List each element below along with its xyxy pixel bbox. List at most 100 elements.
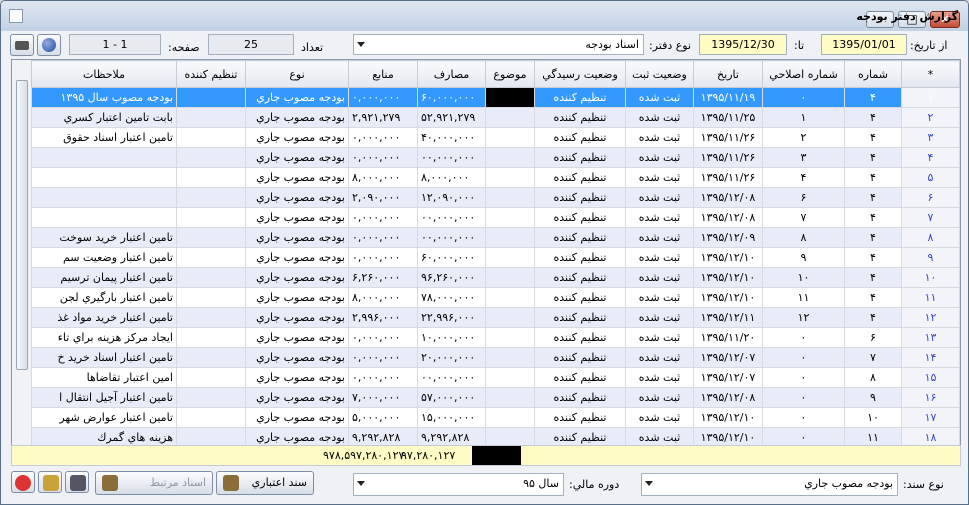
cell-rev: تنظيم كننده xyxy=(534,267,626,288)
credit-doc-button[interactable]: سند اعتباري xyxy=(216,471,314,495)
table-row[interactable]: ۱۴ ۷ ۰ ۱۳۹۵/۱۲/۰۷ ثبت شده تنظيم كننده ۲۰,۰۰۰,۰… xyxy=(31,347,960,368)
table-row[interactable]: ۱۷ ۱۰ ۰ ۱۳۹۵/۱۲/۱۰ ثبت شده تنظيم كننده ۱۵,۰۰۰,… xyxy=(31,407,960,428)
cell-date: ۱۳۹۵/۱۱/۲۶ xyxy=(693,127,763,148)
cell-src: ۰,۰۰۰,۰۰۰ xyxy=(348,207,418,228)
column-header[interactable]: نوع xyxy=(245,60,349,88)
filter-button[interactable] xyxy=(38,471,62,493)
cell-subj xyxy=(485,127,535,148)
cell-src: ۰,۰۰۰,۰۰۰ xyxy=(348,87,418,108)
table-row[interactable]: ۱۶ ۹ ۰ ۱۳۹۵/۱۲/۰۸ ثبت شده تنظيم كننده ۵۷,۰۰۰,۰… xyxy=(31,387,960,408)
cell-exp: ۰۰,۰۰۰,۰۰۰ xyxy=(417,207,486,228)
column-header[interactable]: تنظيم كننده xyxy=(176,60,246,88)
table-row[interactable]: ۲ ۴ ۱ ۱۳۹۵/۱۱/۲۵ ثبت شده تنظيم كننده ۵۲,۹۲۱,۲۷… xyxy=(31,107,960,128)
count-field: 25 xyxy=(208,34,294,55)
cell-prep xyxy=(176,127,246,148)
cell-rev: تنظيم كننده xyxy=(534,367,626,388)
cell-reg: ثبت شده xyxy=(625,267,694,288)
fiscal-period-select[interactable]: سال ۹۵ xyxy=(353,473,564,496)
chevron-down-icon xyxy=(645,481,653,486)
cell-type: بودجه مصوب جاري xyxy=(245,407,349,428)
cell-prep xyxy=(176,267,246,288)
column-header[interactable]: مصارف xyxy=(417,60,486,88)
cell-reg: ثبت شده xyxy=(625,107,694,128)
budget-grid: * شماره شماره اصلاحي تاريخ وضعيت ثبت وضعيت رس… xyxy=(11,59,961,466)
cell-subj xyxy=(485,367,535,388)
cell-reg: ثبت شده xyxy=(625,247,694,268)
cell-idx: ۲ xyxy=(901,107,960,128)
column-header[interactable]: ملاحظات xyxy=(31,60,177,88)
table-row[interactable]: ۱۵ ۸ ۰ ۱۳۹۵/۱۲/۰۷ ثبت شده تنظيم كننده ۰۰,۰۰۰,۰… xyxy=(31,367,960,388)
cell-note: ايجاد مركز هزينه براي تاء xyxy=(31,327,177,348)
table-row[interactable]: ۳ ۴ ۲ ۱۳۹۵/۱۱/۲۶ ثبت شده تنظيم كننده ۴۰,۰۰۰,۰۰… xyxy=(31,127,960,148)
cell-reg: ثبت شده xyxy=(625,207,694,228)
total-sources: ۹۷۸,۵۹۷,۲۸۰,۱۲۷ xyxy=(323,449,405,462)
column-header[interactable]: * xyxy=(901,60,960,88)
table-row[interactable]: ۹ ۴ ۹ ۱۳۹۵/۱۲/۱۰ ثبت شده تنظيم كننده ۶۰,۰۰۰,۰۰… xyxy=(31,247,960,268)
cell-type: بودجه مصوب جاري xyxy=(245,87,349,108)
cell-rev: تنظيم كننده xyxy=(534,227,626,248)
printer-icon xyxy=(15,41,29,50)
book-type-select[interactable]: اسناد بودجه xyxy=(353,34,644,55)
to-date-field[interactable]: 1395/12/30 xyxy=(699,34,787,55)
cell-idx: ۱۵ xyxy=(901,367,960,388)
table-row[interactable]: ۶ ۴ ۶ ۱۳۹۵/۱۲/۰۸ ثبت شده تنظيم كننده ۱۲,۰۹۰,۰۰… xyxy=(31,187,960,208)
column-header[interactable]: وضعيت رسيدگي xyxy=(534,60,626,88)
column-header[interactable]: منابع xyxy=(348,60,418,88)
from-date-field[interactable]: 1395/01/01 xyxy=(821,34,907,55)
exit-button[interactable] xyxy=(11,471,35,493)
column-header[interactable]: تاريخ xyxy=(693,60,763,88)
search-docs-button[interactable] xyxy=(65,471,89,493)
cell-num: ۴ xyxy=(844,87,902,108)
table-row[interactable]: ۱۳ ۶ ۰ ۱۳۹۵/۱۱/۲۰ ثبت شده تنظيم كننده ۱۰,۰۰۰,۰… xyxy=(31,327,960,348)
refresh-button[interactable] xyxy=(37,34,61,56)
cell-note: تامين اعتبار عوارض شهر xyxy=(31,407,177,428)
table-row[interactable]: ۸ ۴ ۸ ۱۳۹۵/۱۲/۰۹ ثبت شده تنظيم كننده ۰۰,۰۰۰,۰۰… xyxy=(31,227,960,248)
cell-exp: ۰۰,۰۰۰,۰۰۰ xyxy=(417,227,486,248)
table-row[interactable]: ۱۲ ۴ ۱۲ ۱۳۹۵/۱۲/۱۱ ثبت شده تنظيم كننده ۲۲,۹۹۶,… xyxy=(31,307,960,328)
column-header[interactable]: موضوع xyxy=(485,60,535,88)
print-button[interactable] xyxy=(10,34,34,56)
table-row[interactable]: ۴ ۴ ۳ ۱۳۹۵/۱۱/۲۶ ثبت شده تنظيم كننده ۰۰,۰۰۰,۰۰… xyxy=(31,147,960,168)
table-row[interactable]: ۱ ۴ ۰ ۱۳۹۵/۱۱/۱۹ ثبت شده تنظيم كننده ۶۰,۰۰۰,۰۰… xyxy=(31,87,960,108)
cell-fix: ۰ xyxy=(762,347,845,368)
table-row[interactable]: ۵ ۴ ۴ ۱۳۹۵/۱۱/۲۶ ثبت شده تنظيم كننده ۸,۰۰۰,۰۰۰… xyxy=(31,167,960,188)
cell-date: ۱۳۹۵/۱۲/۱۰ xyxy=(693,247,763,268)
vertical-scrollbar[interactable] xyxy=(12,60,32,465)
cell-reg: ثبت شده xyxy=(625,407,694,428)
cell-exp: ۱۰,۰۰۰,۰۰۰ xyxy=(417,327,486,348)
app-icon xyxy=(9,9,23,23)
cell-src: ۷,۰۰۰,۰۰۰ xyxy=(348,387,418,408)
cell-date: ۱۳۹۵/۱۲/۰۸ xyxy=(693,387,763,408)
cell-rev: تنظيم كننده xyxy=(534,107,626,128)
cell-exp: ۲۲,۹۹۶,۰۰۰ xyxy=(417,307,486,328)
cell-rev: تنظيم كننده xyxy=(534,407,626,428)
table-row[interactable]: ۷ ۴ ۷ ۱۳۹۵/۱۲/۰۸ ثبت شده تنظيم كننده ۰۰,۰۰۰,۰۰… xyxy=(31,207,960,228)
cell-num: ۴ xyxy=(844,267,902,288)
scrollbar-thumb[interactable] xyxy=(16,80,28,370)
total-expenses: ۹۷,۲۸۰,۱۲۷ xyxy=(401,449,456,462)
cell-src: ۰,۰۰۰,۰۰۰ xyxy=(348,347,418,368)
globe-icon xyxy=(42,38,56,52)
table-row[interactable]: ۱۰ ۴ ۱۰ ۱۳۹۵/۱۲/۱۰ ثبت شده تنظيم كننده ۹۶,۲۶۰,… xyxy=(31,267,960,288)
cell-subj xyxy=(485,207,535,228)
title-bar: – □ ✕ گزارش دفتر بودجه xyxy=(1,1,968,31)
to-date-label: تا: xyxy=(794,39,805,52)
cell-prep xyxy=(176,147,246,168)
cell-prep xyxy=(176,367,246,388)
cell-reg: ثبت شده xyxy=(625,127,694,148)
cell-type: بودجه مصوب جاري xyxy=(245,327,349,348)
related-docs-label: اسناد مرتبط xyxy=(149,476,206,489)
column-header[interactable]: وضعيت ثبت xyxy=(625,60,694,88)
cell-rev: تنظيم كننده xyxy=(534,287,626,308)
column-header[interactable]: شماره اصلاحي xyxy=(762,60,845,88)
cell-reg: ثبت شده xyxy=(625,327,694,348)
table-row[interactable]: ۱۱ ۴ ۱۱ ۱۳۹۵/۱۲/۱۰ ثبت شده تنظيم كننده ۷۸,۰۰۰,… xyxy=(31,287,960,308)
cell-prep xyxy=(176,107,246,128)
cell-rev: تنظيم كننده xyxy=(534,127,626,148)
cell-prep xyxy=(176,207,246,228)
cell-reg: ثبت شده xyxy=(625,187,694,208)
column-header[interactable]: شماره xyxy=(844,60,902,88)
binoculars-icon xyxy=(70,475,86,491)
doc-type-select[interactable]: بودجه مصوب جاري xyxy=(641,473,898,496)
related-docs-button[interactable]: اسناد مرتبط xyxy=(95,471,213,495)
